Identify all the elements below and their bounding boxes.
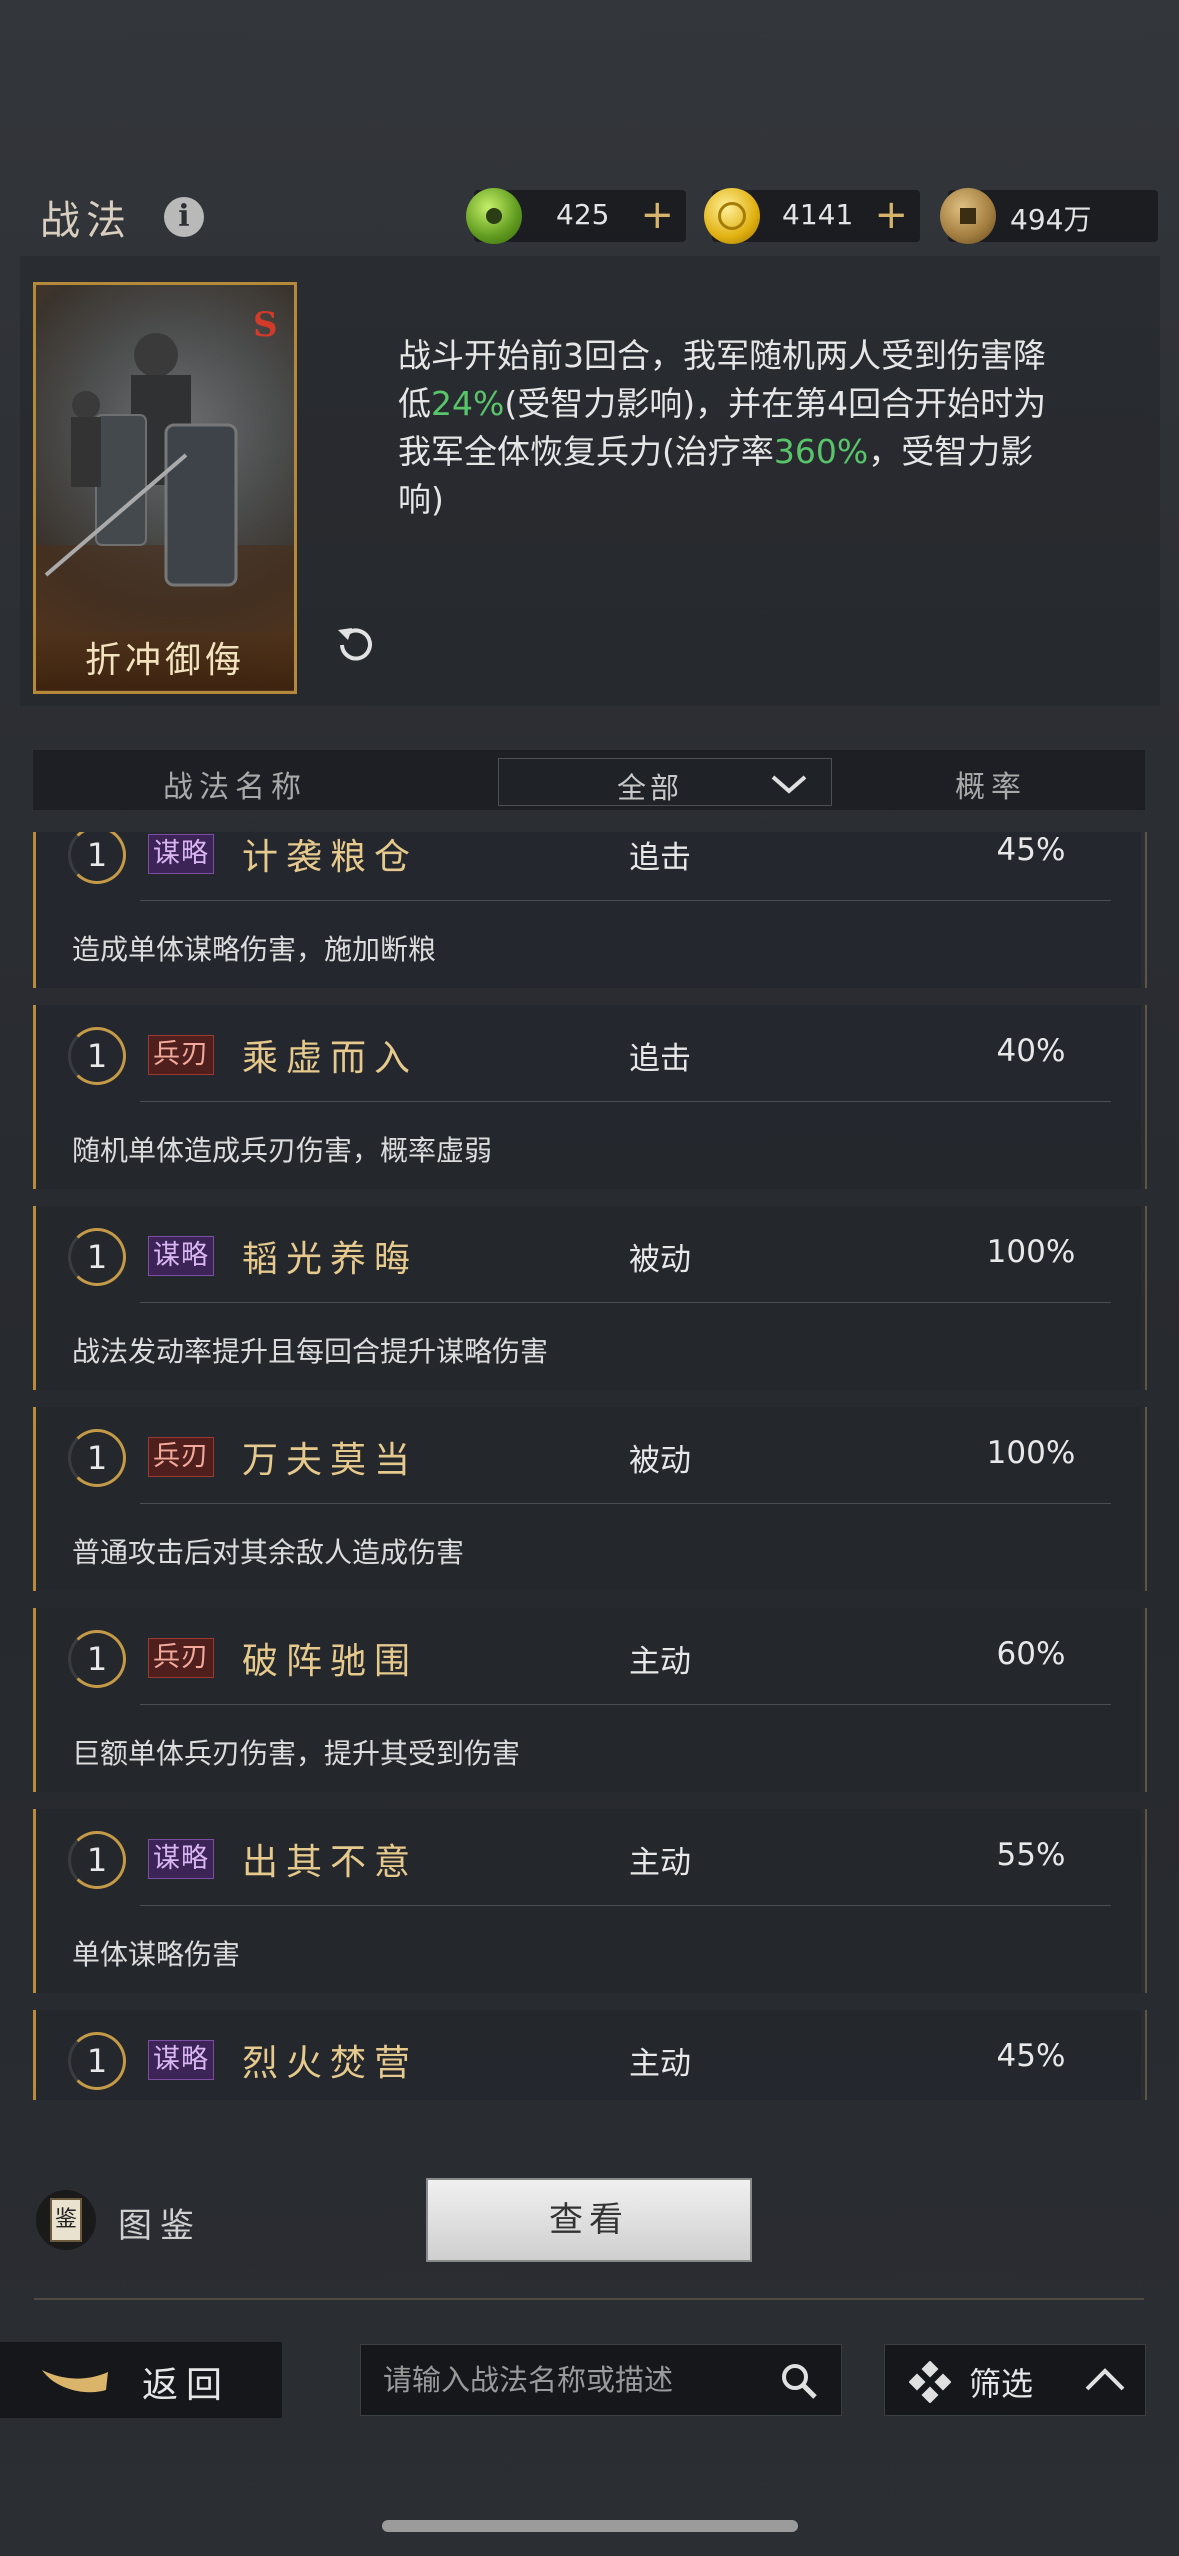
divider — [140, 1704, 1111, 1705]
skill-list-item[interactable]: 1 兵刃 乘虚而入 追击 40% 随机单体造成兵刃伤害，概率虚弱 — [33, 1005, 1147, 1189]
divider — [140, 1503, 1111, 1504]
codex-icon[interactable]: 鉴 — [36, 2190, 96, 2250]
filter-diamond-icon — [909, 2361, 951, 2403]
chevron-up-icon[interactable] — [1083, 2367, 1127, 2393]
search-input[interactable] — [381, 2359, 755, 2403]
skill-name: 出其不意 — [242, 1842, 419, 1883]
skill-effect-summary: 造成单体谋略伤害，施加断粮 — [72, 933, 437, 966]
skill-level-badge: 1 — [68, 1027, 126, 1085]
search-icon[interactable] — [779, 2361, 819, 2401]
codex-label[interactable]: 图鉴 — [118, 2198, 202, 2247]
back-arrow-icon — [42, 2370, 108, 2393]
info-icon[interactable]: i — [164, 197, 204, 237]
skill-list-item[interactable]: 1 兵刃 万夫莫当 被动 100% 普通攻击后对其余敌人造成伤害 — [33, 1407, 1147, 1591]
skill-effect-summary: 单体谋略伤害 — [72, 1938, 241, 1971]
skill-probability: 45% — [996, 2038, 1066, 2074]
desc-highlight: 360% — [773, 432, 869, 471]
home-indicator — [382, 2520, 798, 2532]
filter-label: 筛选 — [969, 2365, 1034, 2403]
skill-list-item[interactable]: 1 谋略 出其不意 主动 55% 单体谋略伤害 — [33, 1809, 1147, 1993]
skill-category-tag: 谋略 — [148, 2040, 214, 2080]
skill-level-badge: 1 — [68, 1228, 126, 1286]
skill-level-badge: 1 — [68, 2032, 126, 2090]
skill-quality-badge: S — [253, 305, 278, 345]
warrior-illustration — [36, 333, 294, 691]
divider — [34, 2298, 1144, 2300]
codex-icon-glyph: 鉴 — [50, 2198, 82, 2242]
resource-jade: 425 + — [466, 188, 686, 244]
skill-level-badge: 1 — [68, 1630, 126, 1688]
skill-list-item[interactable]: 1 谋略 计袭粮仓 追击 45% 造成单体谋略伤害，施加断粮 — [33, 832, 1147, 988]
skill-list-item[interactable]: 1 谋略 烈火焚营 主动 45% — [33, 2010, 1147, 2100]
probability-column-header: 概率 — [955, 770, 1027, 805]
search-box — [360, 2344, 842, 2416]
skill-effect-summary: 普通攻击后对其余敌人造成伤害 — [72, 1536, 465, 1569]
skill-probability: 60% — [996, 1636, 1066, 1672]
skill-effect-summary: 巨额单体兵刃伤害，提升其受到伤害 — [72, 1737, 521, 1770]
skill-list[interactable]: 1 谋略 计袭粮仓 追击 45% 造成单体谋略伤害，施加断粮 1 兵刃 乘虚而入 追击 40% 随机单… — [0, 832, 1179, 2100]
skill-type: 被动 — [629, 1443, 691, 1479]
chevron-down-icon — [771, 775, 807, 794]
skill-category-tag: 谋略 — [148, 1839, 214, 1879]
copper-coin-icon — [940, 188, 996, 244]
back-button[interactable]: 返回 — [0, 2342, 282, 2418]
skill-type: 追击 — [629, 1041, 691, 1077]
skill-list-item[interactable]: 1 兵刃 破阵驰围 主动 60% 巨额单体兵刃伤害，提升其受到伤害 — [33, 1608, 1147, 1792]
gold-coin-icon — [704, 188, 760, 244]
skill-effect-summary: 随机单体造成兵刃伤害，概率虚弱 — [72, 1134, 493, 1167]
skill-name: 韬光养晦 — [242, 1239, 419, 1280]
gold-value: 4141 — [782, 198, 854, 231]
divider — [140, 1302, 1111, 1303]
skill-category-tag: 谋略 — [148, 834, 214, 874]
skill-level-badge: 1 — [68, 1429, 126, 1487]
skill-effect-summary: 战法发动率提升且每回合提升谋略伤害 — [72, 1335, 549, 1368]
skill-level-badge: 1 — [68, 1831, 126, 1889]
divider — [140, 1101, 1111, 1102]
skill-level-badge: 1 — [68, 832, 126, 884]
skill-name: 烈火焚营 — [242, 2043, 419, 2084]
skill-type: 主动 — [629, 2046, 691, 2082]
skill-probability: 100% — [986, 1234, 1076, 1270]
view-button[interactable]: 查看 — [426, 2178, 752, 2262]
page-title: 战法 — [40, 198, 132, 244]
add-gold-button[interactable]: + — [874, 190, 908, 240]
skill-category-tag: 谋略 — [148, 1236, 214, 1276]
type-filter-value: 全部 — [617, 771, 684, 805]
skill-name: 乘虚而入 — [242, 1038, 419, 1079]
skill-category-tag: 兵刃 — [148, 1437, 214, 1477]
skill-name: 计袭粮仓 — [242, 837, 419, 878]
skill-probability: 55% — [996, 1837, 1066, 1873]
resource-copper: 494万 — [940, 188, 1158, 244]
copper-value: 494万 — [1010, 203, 1092, 236]
skill-name: 万夫莫当 — [242, 1440, 419, 1481]
type-filter-dropdown[interactable]: 全部 — [498, 758, 832, 806]
refresh-icon[interactable] — [330, 620, 380, 670]
back-label: 返回 — [142, 2365, 231, 2406]
skill-probability: 100% — [986, 1435, 1076, 1471]
resource-gold: 4141 + — [704, 188, 920, 244]
skill-category-tag: 兵刃 — [148, 1638, 214, 1678]
skill-probability: 45% — [996, 832, 1066, 868]
skill-list-item[interactable]: 1 谋略 韬光养晦 被动 100% 战法发动率提升且每回合提升谋略伤害 — [33, 1206, 1147, 1390]
divider — [140, 1905, 1111, 1906]
add-jade-button[interactable]: + — [640, 190, 674, 240]
name-column-header: 战法名称 — [163, 770, 307, 805]
skill-card-name: 折冲御侮 — [36, 632, 294, 690]
skill-description: 战斗开始前3回合，我军随机两人受到伤害降低24%(受智力影响)，并在第4回合开始… — [398, 332, 1058, 524]
skill-type: 追击 — [629, 840, 691, 876]
skill-type: 主动 — [629, 1845, 691, 1881]
skill-name: 破阵驰围 — [242, 1641, 419, 1682]
skill-type: 主动 — [629, 1644, 691, 1680]
skill-probability: 40% — [996, 1033, 1066, 1069]
divider — [140, 900, 1111, 901]
jade-coin-icon — [466, 188, 522, 244]
skill-category-tag: 兵刃 — [148, 1035, 214, 1075]
filter-button[interactable]: 筛选 — [884, 2344, 1146, 2416]
desc-highlight: 24% — [431, 384, 505, 423]
jade-value: 425 — [556, 198, 610, 231]
skill-type: 被动 — [629, 1242, 691, 1278]
